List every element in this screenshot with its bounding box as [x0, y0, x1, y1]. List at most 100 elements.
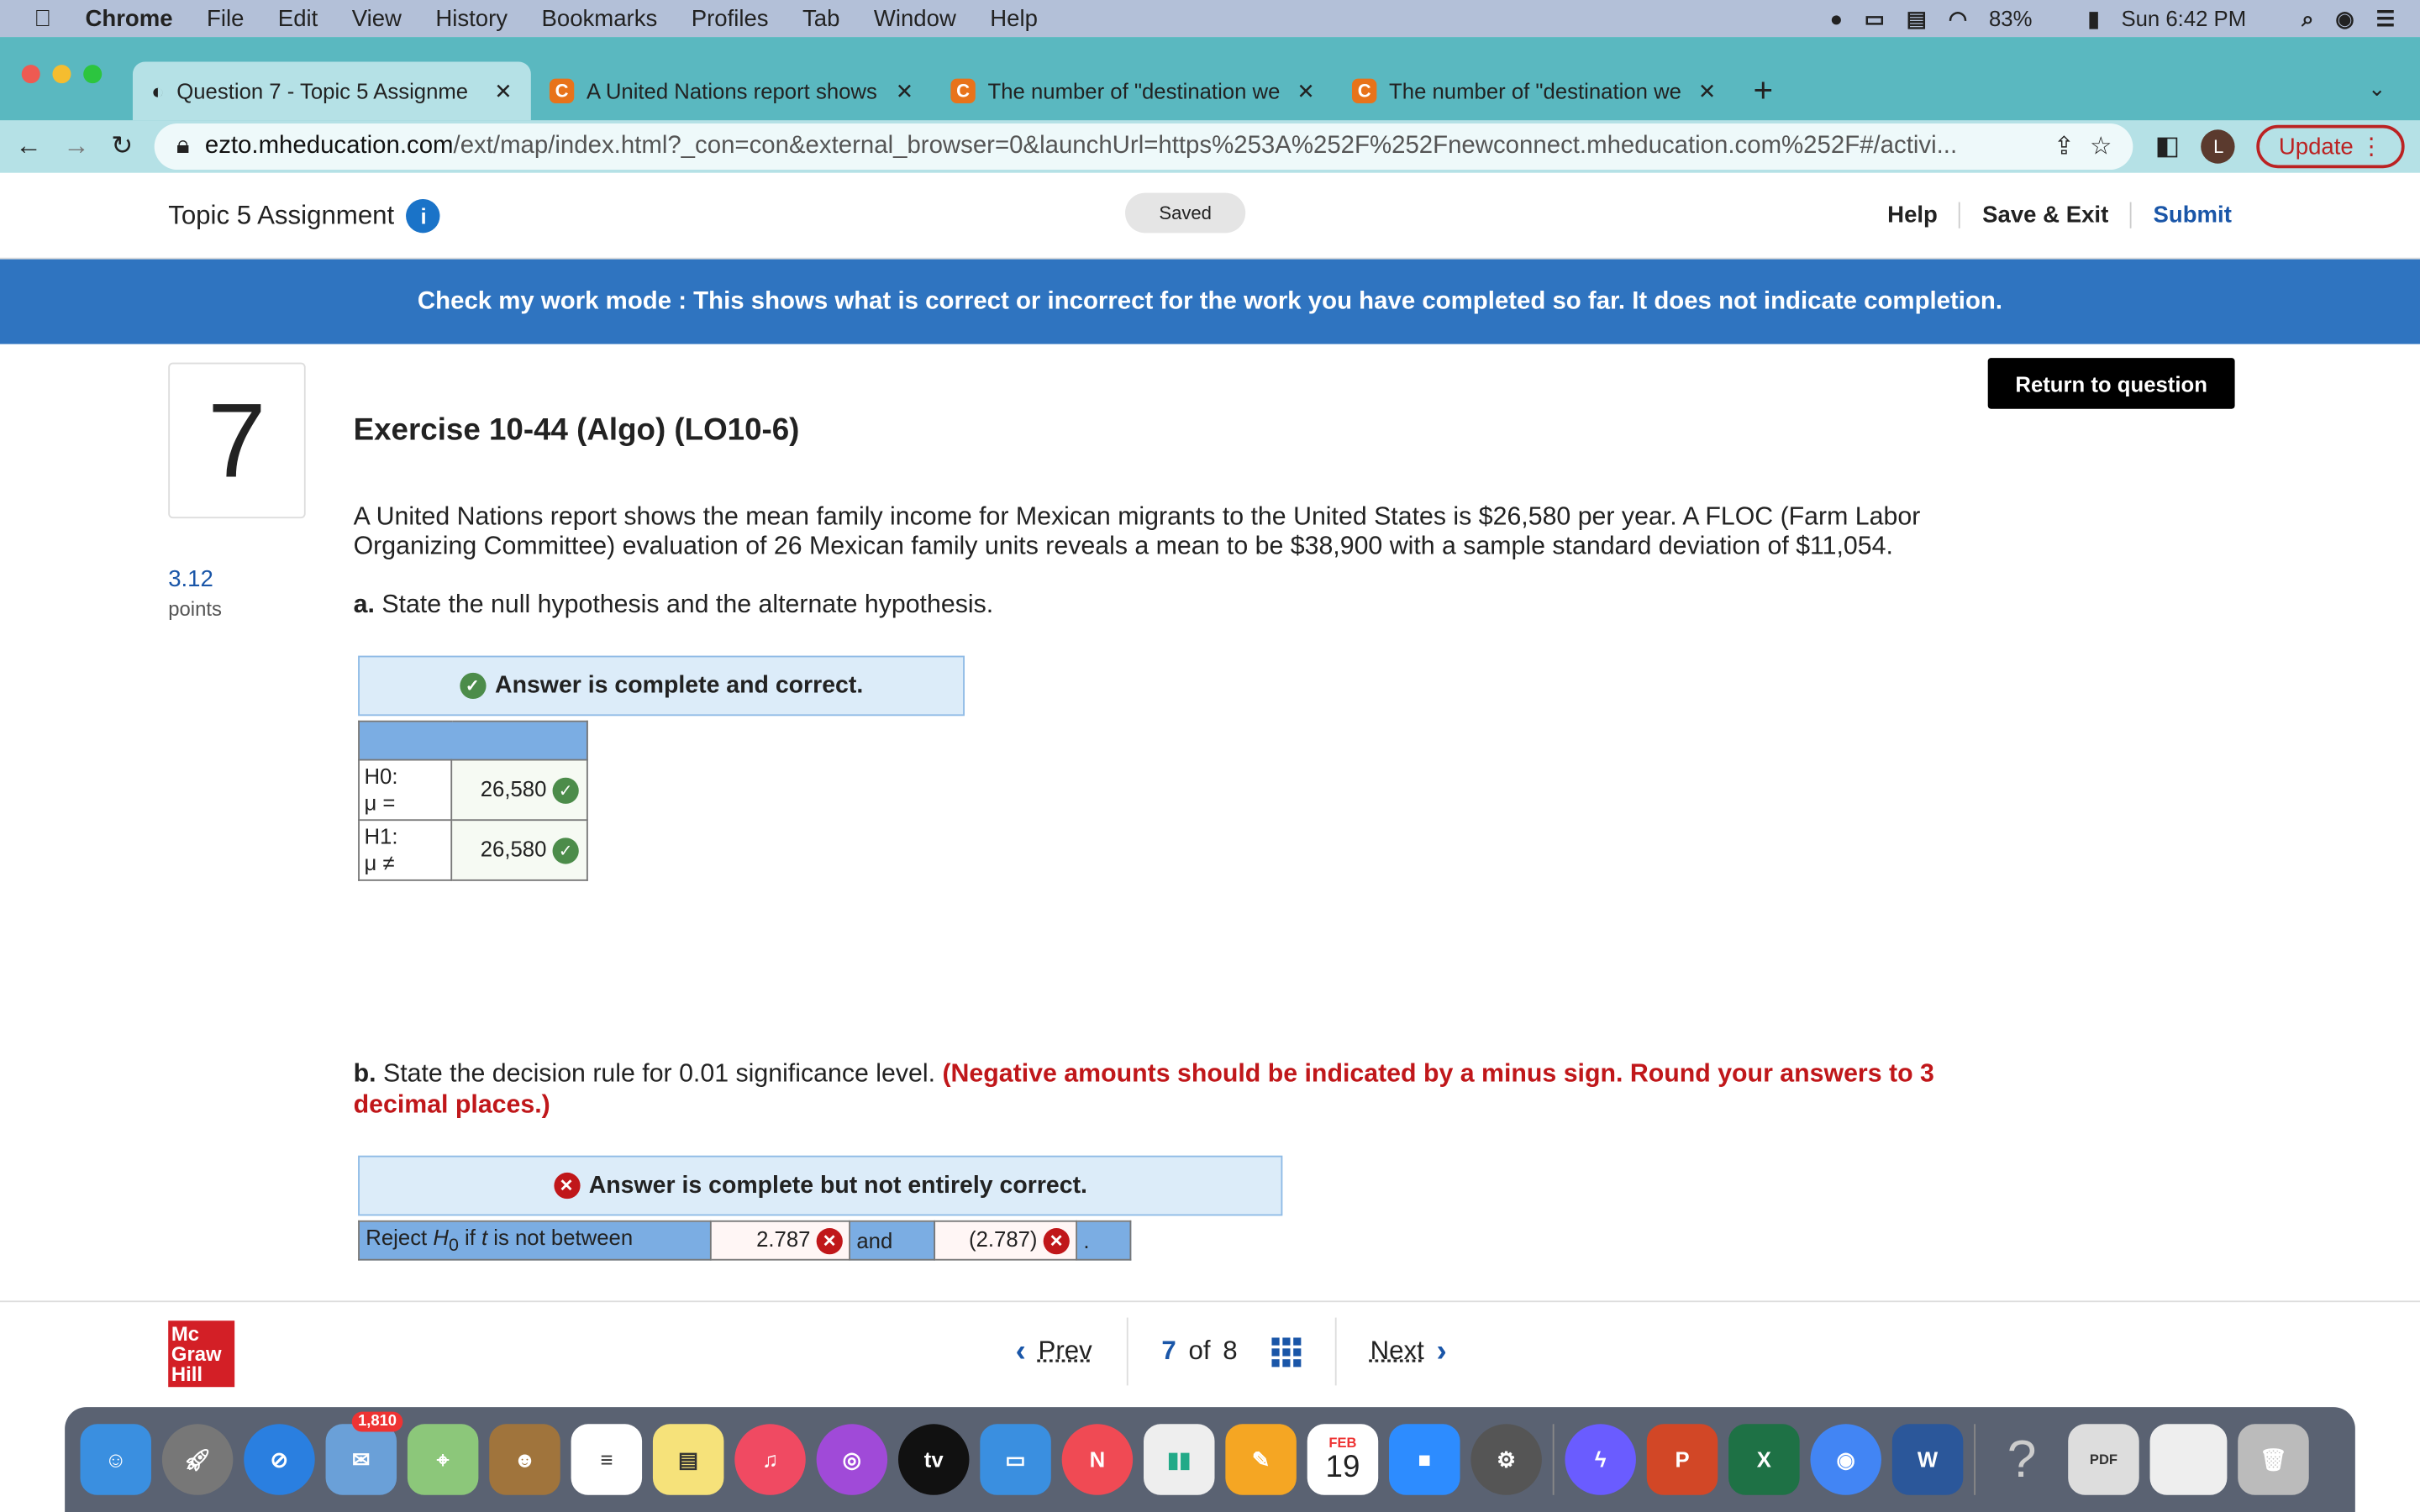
siri-icon[interactable]: ◉ — [2335, 5, 2354, 31]
close-tab-icon[interactable]: ✕ — [1297, 78, 1315, 104]
chegg-favicon-icon: C — [1351, 78, 1377, 104]
profile-avatar[interactable]: L — [2202, 129, 2236, 164]
lower-bound-input[interactable]: 2.787 ✕ — [709, 1220, 851, 1261]
clock[interactable]: Sun 6:42 PM — [2121, 6, 2246, 30]
news-icon[interactable]: N — [1061, 1424, 1134, 1495]
search-icon[interactable]: ⌕ — [2302, 5, 2313, 31]
tab-question-7[interactable]: ◐ Question 7 - Topic 5 Assignme ✕ — [132, 61, 531, 121]
dock: ☺ 🚀︎ ⊘ ✉ 1,810 ⌖ ☻ ≡ ▤ ♫ ◎ tv ▭ N ▮▮ ✎ FE… — [65, 1407, 2355, 1512]
help-question-icon[interactable]: ? — [1986, 1424, 2057, 1494]
h1-value-input[interactable]: 26,580 ✓ — [450, 819, 588, 881]
finder-icon[interactable]: ☺ — [80, 1424, 151, 1495]
calendar-icon[interactable]: FEB 19 — [1307, 1424, 1379, 1495]
contacts-icon[interactable]: ☻ — [489, 1424, 560, 1495]
excel-icon[interactable]: X — [1728, 1424, 1800, 1495]
close-tab-icon[interactable]: ✕ — [896, 78, 914, 104]
close-window-button[interactable] — [21, 65, 40, 84]
mail-icon[interactable]: ✉ 1,810 — [325, 1411, 403, 1495]
apple-tv-icon[interactable]: tv — [897, 1424, 970, 1495]
notes-icon[interactable]: ▤ — [652, 1424, 724, 1495]
airplay-icon[interactable]: ▭ — [1865, 5, 1885, 31]
table-row: H0: μ = 26,580 ✓ — [358, 759, 588, 822]
zoom-icon[interactable]: ■ — [1389, 1424, 1460, 1495]
check-icon: ✓ — [552, 837, 579, 864]
menu-edit[interactable]: Edit — [278, 5, 318, 31]
save-exit-link[interactable]: Save & Exit — [1960, 202, 2132, 228]
keynote-icon[interactable]: ▭ — [980, 1424, 1051, 1495]
trash-icon[interactable]: 🗑︎ — [2238, 1424, 2309, 1495]
music-icon[interactable]: ♫ — [734, 1424, 806, 1495]
check-icon: ✓ — [459, 672, 486, 700]
tab-destination-1[interactable]: C The number of "destination we ✕ — [932, 61, 1334, 120]
address-bar[interactable]: 🔒︎ ezto.mheducation.com/ext/map/index.htm… — [155, 123, 2134, 171]
share-icon[interactable]: ⇪ — [2054, 131, 2075, 162]
forward-icon[interactable]: → — [63, 131, 89, 162]
menu-profiles[interactable]: Profiles — [692, 5, 769, 31]
apple-icon[interactable]:  — [34, 5, 51, 31]
powerpoint-icon[interactable]: P — [1646, 1424, 1718, 1495]
new-tab-button[interactable]: + — [1734, 61, 1796, 120]
launchpad-icon[interactable]: 🚀︎ — [161, 1424, 234, 1495]
menu-file[interactable]: File — [207, 5, 244, 31]
chevron-right-icon: › — [1436, 1333, 1447, 1368]
reload-icon[interactable]: ↻ — [111, 131, 133, 162]
window-thumbnail-icon[interactable] — [2149, 1424, 2228, 1495]
close-tab-icon[interactable]: ✕ — [1698, 78, 1717, 104]
tab-destination-2[interactable]: C The number of "destination we ✕ — [1334, 61, 1735, 120]
pdf-document-icon[interactable]: PDF — [2068, 1424, 2139, 1495]
menu-tab[interactable]: Tab — [802, 5, 839, 31]
question-map-button[interactable]: 7 of 8 — [1128, 1317, 1337, 1386]
points-value: 3.12 — [168, 566, 213, 593]
h0-value-input[interactable]: 26,580 ✓ — [450, 759, 588, 822]
maps-icon[interactable]: ⌖ — [407, 1424, 479, 1495]
word-icon[interactable]: W — [1891, 1424, 1964, 1495]
podcasts-icon[interactable]: ◎ — [816, 1424, 888, 1495]
hypothesis-table: H0: μ = 26,580 ✓ H1: μ ≠ 26,580 ✓ — [358, 720, 588, 881]
battery-icon[interactable]: ▮ — [2088, 5, 2100, 31]
dock-separator — [1974, 1424, 1976, 1495]
return-to-question-button[interactable]: Return to question — [1987, 358, 2235, 409]
reminders-icon[interactable]: ≡ — [571, 1424, 643, 1495]
bookmark-star-icon[interactable]: ☆ — [2090, 131, 2112, 162]
wifi-icon[interactable]: ◠ — [1949, 5, 1967, 31]
tab-united-nations[interactable]: CA United Nations report shows ✕ — [531, 61, 933, 120]
minimize-window-button[interactable] — [52, 65, 71, 84]
assignment-title: Topic 5 Assignment — [168, 199, 395, 229]
messenger-icon[interactable]: ϟ — [1565, 1424, 1636, 1495]
x-icon: ✕ — [553, 1172, 580, 1200]
reading-list-icon[interactable]: ◧ — [2155, 131, 2181, 162]
info-icon[interactable]: i — [406, 198, 441, 233]
zoom-window-button[interactable] — [83, 65, 103, 84]
chrome-icon[interactable]: ◉ — [1810, 1424, 1881, 1495]
table-row: H1: μ ≠ 26,580 ✓ — [358, 819, 588, 881]
help-link[interactable]: Help — [1865, 202, 1961, 228]
question-text: A United Nations report shows the mean f… — [353, 502, 1921, 560]
prev-button[interactable]: ‹ Prev — [981, 1317, 1128, 1386]
update-button[interactable]: Update ⋮ — [2257, 124, 2405, 169]
menu-app[interactable]: Chrome — [85, 5, 172, 31]
safari-icon[interactable]: ⊘ — [244, 1424, 315, 1495]
submit-link[interactable]: Submit — [2132, 202, 2252, 228]
menu-bookmarks[interactable]: Bookmarks — [541, 5, 657, 31]
next-button[interactable]: Next › — [1336, 1318, 1481, 1386]
flag-icon[interactable]: ▤ — [1907, 5, 1927, 31]
menu-help[interactable]: Help — [990, 5, 1038, 31]
control-center-icon[interactable]: ☰ — [2376, 5, 2396, 31]
numbers-icon[interactable]: ▮▮ — [1144, 1424, 1215, 1495]
tab-search-chevron-icon[interactable]: ⌄ — [2334, 76, 2420, 120]
menu-history[interactable]: History — [435, 5, 508, 31]
system-preferences-icon[interactable]: ⚙ — [1470, 1424, 1542, 1495]
close-tab-icon[interactable]: ✕ — [494, 78, 513, 104]
back-icon[interactable]: ← — [15, 131, 41, 162]
upper-bound-input[interactable]: (2.787) ✕ — [934, 1220, 1078, 1261]
menu-window[interactable]: Window — [874, 5, 956, 31]
vpn-icon[interactable]: ● — [1830, 6, 1844, 30]
footer: Mc Graw Hill ‹ Prev 7 of 8 Next › — [0, 1300, 2420, 1401]
part-a-prompt: a. State the null hypothesis and the alt… — [353, 591, 994, 619]
chegg-favicon-icon: C — [549, 78, 575, 104]
mcgraw-hill-logo: Mc Graw Hill — [168, 1320, 235, 1388]
decision-rule-label: Reject H0 if t is not between — [358, 1220, 712, 1261]
pages-icon[interactable]: ✎ — [1225, 1424, 1297, 1495]
assignment-header: Topic 5 Assignment i Saved Help Save & Exi… — [0, 173, 2420, 260]
menu-view[interactable]: View — [352, 5, 402, 31]
